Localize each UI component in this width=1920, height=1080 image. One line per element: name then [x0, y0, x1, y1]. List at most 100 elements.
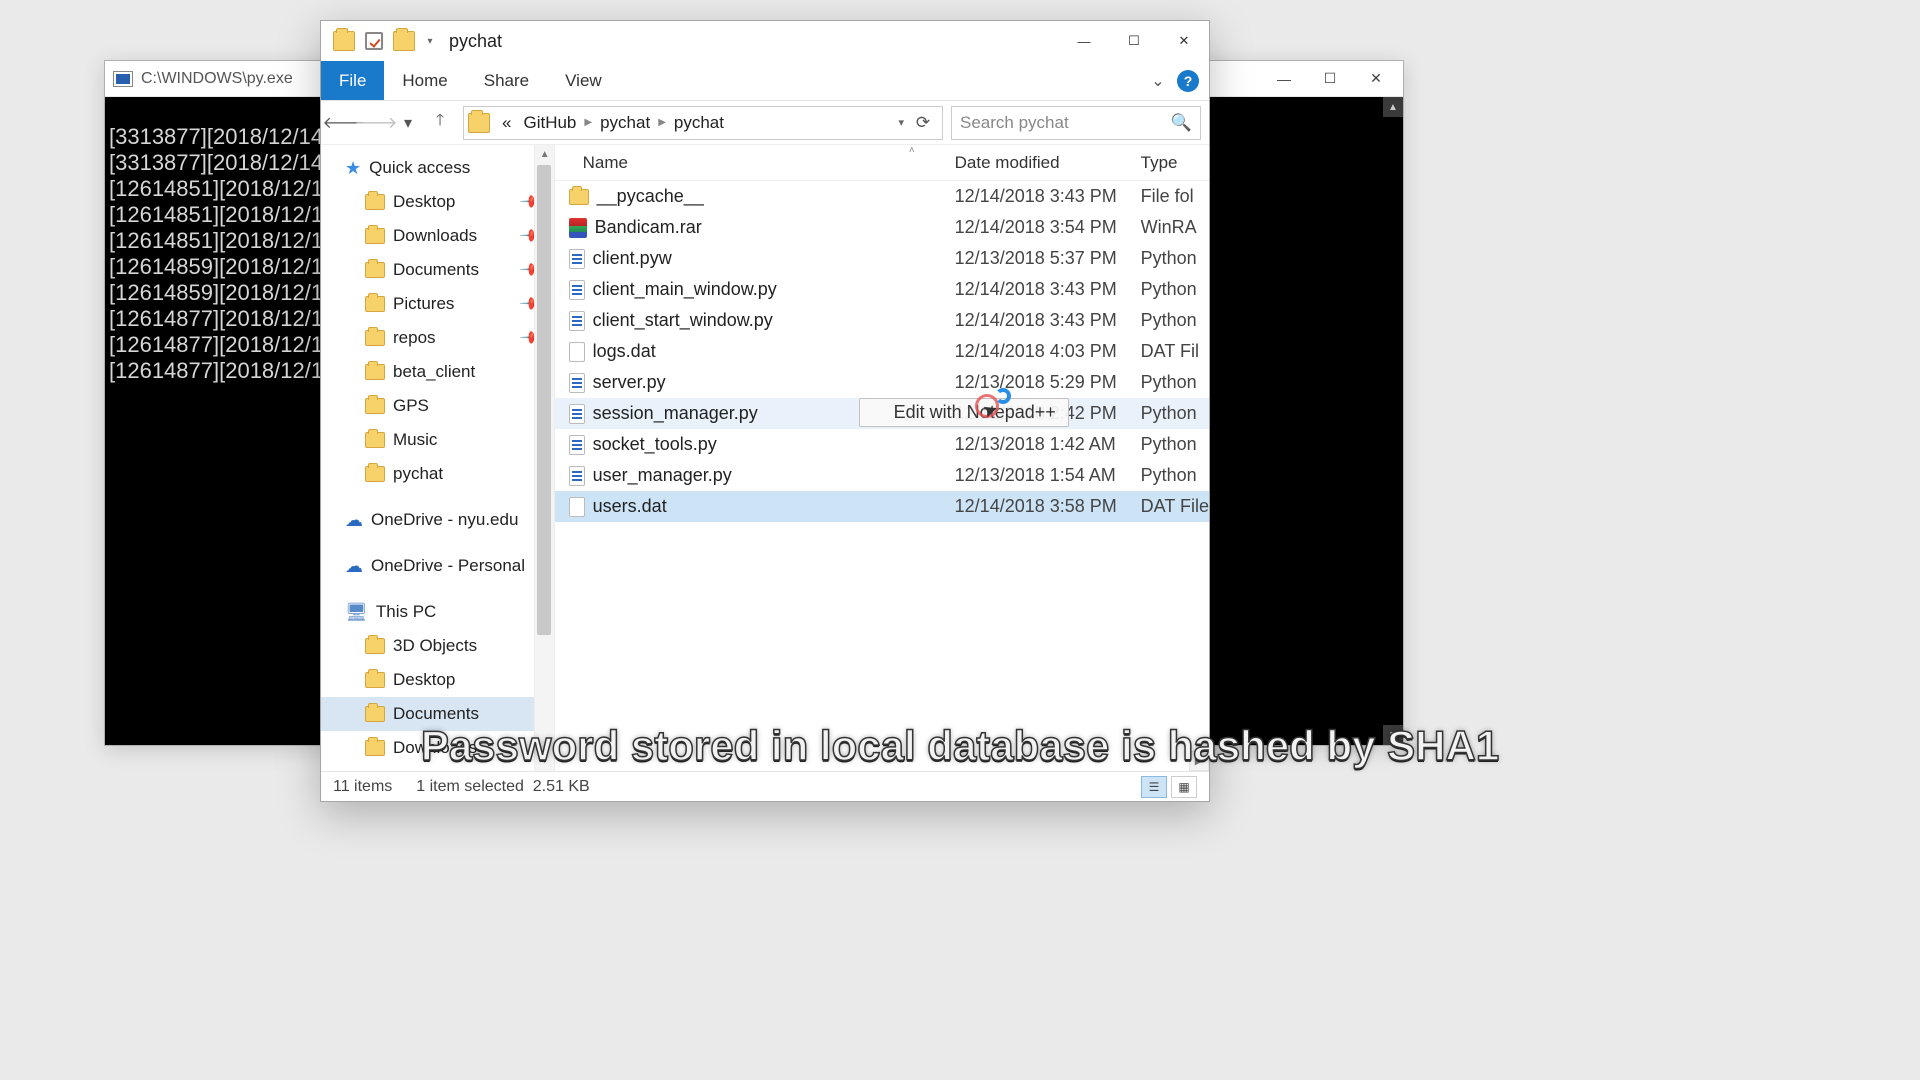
tab-file[interactable]: File	[321, 61, 384, 100]
sidebar-item-downloads-pc[interactable]: Downloads	[321, 731, 554, 765]
file-date: 12/14/2018 3:43 PM	[955, 279, 1135, 300]
navigation-pane: ★ Quick access Desktop 📌 Downloads 📌 Doc…	[321, 145, 555, 771]
view-large-icons-button[interactable]: ▦	[1171, 776, 1197, 798]
file-row[interactable]: client_start_window.py12/14/2018 3:43 PM…	[555, 305, 1209, 336]
file-type-icon	[569, 466, 585, 486]
sidebar-item-onedrive-nyu[interactable]: ☁ OneDrive - nyu.edu	[321, 503, 554, 537]
sidebar-item-onedrive-personal[interactable]: ☁ OneDrive - Personal	[321, 549, 554, 583]
file-row[interactable]: client_main_window.py12/14/2018 3:43 PMP…	[555, 274, 1209, 305]
folder-icon	[365, 706, 385, 722]
folder-icon	[365, 638, 385, 654]
terminal-close-button[interactable]: ✕	[1353, 63, 1399, 95]
file-row[interactable]: Bandicam.rar12/14/2018 3:54 PMWinRA	[555, 212, 1209, 243]
file-type: DAT File	[1135, 496, 1209, 517]
cloud-icon: ☁	[345, 510, 363, 531]
breadcrumb-pychat-inner[interactable]: pychat	[668, 113, 730, 133]
sidebar-label: Downloads	[393, 226, 477, 246]
sidebar-item-beta-client[interactable]: beta_client	[321, 355, 554, 389]
chevron-right-icon[interactable]: ▶	[582, 117, 594, 128]
sidebar-item-music[interactable]: Music	[321, 423, 554, 457]
search-icon[interactable]: 🔍	[1171, 113, 1192, 133]
terminal-line: [12614851][2018/12/1	[109, 228, 323, 253]
nav-history-dropdown[interactable]: ▾	[393, 107, 423, 139]
sidebar-item-pictures[interactable]: Pictures 📌	[321, 287, 554, 321]
new-folder-icon[interactable]	[393, 31, 415, 51]
explorer-titlebar[interactable]: ▾ pychat — ☐ ✕	[321, 21, 1209, 61]
address-dropdown-icon[interactable]: ▾	[894, 116, 908, 129]
context-menu-label: Edit with Notepad++	[894, 402, 1056, 423]
sidebar-label: beta_client	[393, 362, 475, 382]
sidebar-scrollbar[interactable]: ▲ ▼	[534, 145, 554, 771]
file-type-icon	[569, 218, 587, 238]
file-row[interactable]: users.dat12/14/2018 3:58 PMDAT File	[555, 491, 1209, 522]
chevron-right-icon[interactable]: ▶	[656, 117, 668, 128]
sidebar-item-quick-access[interactable]: ★ Quick access	[321, 151, 554, 185]
file-date: 12/14/2018 3:54 PM	[955, 217, 1135, 238]
terminal-line: [3313877][2018/12/14	[109, 150, 323, 175]
folder-icon	[365, 364, 385, 380]
file-type: File fol	[1135, 186, 1209, 207]
ribbon-collapse-icon[interactable]: ⌄	[1143, 61, 1173, 100]
file-row[interactable]: user_manager.py12/13/2018 1:54 AMPython	[555, 460, 1209, 491]
terminal-line: [12614859][2018/12/1	[109, 254, 323, 279]
sidebar-item-repos[interactable]: repos 📌	[321, 321, 554, 355]
terminal-scroll-down[interactable]: ▼	[1383, 725, 1403, 745]
breadcrumb-github[interactable]: GitHub	[517, 113, 582, 133]
sidebar-item-pychat[interactable]: pychat	[321, 457, 554, 491]
tab-share[interactable]: Share	[466, 61, 547, 100]
terminal-maximize-button[interactable]: ☐	[1307, 63, 1353, 95]
column-header-name[interactable]: Name ˄	[555, 153, 955, 173]
nav-up-button[interactable]: 🡑	[425, 107, 455, 139]
file-date: 12/13/2018 5:37 PM	[955, 248, 1135, 269]
sidebar-item-desktop[interactable]: Desktop 📌	[321, 185, 554, 219]
breadcrumb-root-sep: «	[496, 113, 517, 133]
file-row[interactable]: socket_tools.py12/13/2018 1:42 AMPython	[555, 429, 1209, 460]
sidebar-item-gps[interactable]: GPS	[321, 389, 554, 423]
file-type-icon	[569, 189, 589, 205]
scroll-thumb[interactable]	[537, 165, 551, 635]
file-name: user_manager.py	[593, 465, 732, 486]
column-header-date[interactable]: Date modified	[955, 153, 1135, 173]
sidebar-item-desktop-pc[interactable]: Desktop	[321, 663, 554, 697]
properties-check-icon[interactable]	[365, 32, 383, 50]
file-row[interactable]: client.pyw12/13/2018 5:37 PMPython	[555, 243, 1209, 274]
terminal-scroll-up[interactable]: ▲	[1383, 97, 1403, 117]
file-type-icon	[569, 342, 585, 362]
help-icon[interactable]: ?	[1177, 70, 1199, 92]
address-bar[interactable]: « GitHub ▶ pychat ▶ pychat ▾ ⟳	[463, 106, 943, 140]
context-menu-item-edit-notepadpp[interactable]: Edit with Notepad++	[859, 398, 1069, 427]
qat-dropdown-icon[interactable]: ▾	[425, 36, 435, 46]
breadcrumb-pychat[interactable]: pychat	[594, 113, 656, 133]
folder-icon	[365, 194, 385, 210]
close-button[interactable]: ✕	[1159, 21, 1209, 61]
sidebar-label: Music	[393, 430, 437, 450]
file-list-pane[interactable]: Name ˄ Date modified Type __pycache__12/…	[555, 145, 1209, 771]
column-header-type[interactable]: Type	[1135, 153, 1209, 173]
view-details-button[interactable]: ☰	[1141, 776, 1167, 798]
file-row[interactable]: __pycache__12/14/2018 3:43 PMFile fol	[555, 181, 1209, 212]
file-name: client_main_window.py	[593, 279, 777, 300]
terminal-line: [12614877][2018/12/1	[109, 358, 323, 383]
minimize-button[interactable]: —	[1059, 21, 1109, 61]
sidebar-item-this-pc[interactable]: 🖥 This PC	[321, 595, 554, 629]
folder-icon	[365, 296, 385, 312]
terminal-line: [3313877][2018/12/14	[109, 124, 323, 149]
scroll-down-icon[interactable]: ▼	[535, 751, 555, 771]
tab-home[interactable]: Home	[384, 61, 465, 100]
tab-view[interactable]: View	[547, 61, 620, 100]
maximize-button[interactable]: ☐	[1109, 21, 1159, 61]
sidebar-item-3d-objects[interactable]: 3D Objects	[321, 629, 554, 663]
scroll-up-icon[interactable]: ▲	[535, 145, 555, 165]
file-row[interactable]: server.py12/13/2018 5:29 PMPython	[555, 367, 1209, 398]
sidebar-item-documents-pc[interactable]: Documents	[321, 697, 554, 731]
sidebar-item-documents[interactable]: Documents 📌	[321, 253, 554, 287]
sidebar-item-downloads[interactable]: Downloads 📌	[321, 219, 554, 253]
file-row[interactable]: logs.dat12/14/2018 4:03 PMDAT Fil	[555, 336, 1209, 367]
file-name: users.dat	[593, 496, 667, 517]
terminal-minimize-button[interactable]: —	[1261, 63, 1307, 95]
search-input[interactable]: Search pychat 🔍	[951, 106, 1201, 140]
file-name: session_manager.py	[593, 403, 758, 424]
refresh-button[interactable]: ⟳	[908, 113, 938, 133]
nav-forward-button[interactable]: 🡒	[361, 107, 391, 139]
hscroll-right-icon[interactable]: ▶	[1189, 751, 1209, 771]
